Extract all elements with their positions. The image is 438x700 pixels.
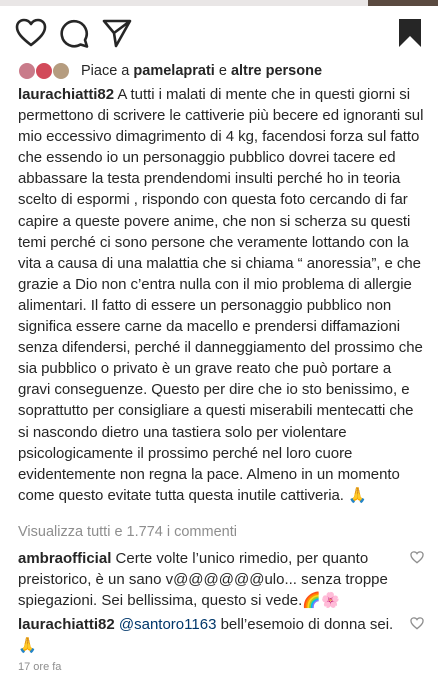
comment: ambraofficial Certe volte l’unico rimedi… (18, 548, 398, 612)
post-image-edge-dark (368, 0, 438, 6)
avatar (35, 62, 53, 80)
post-action-bar (0, 14, 438, 54)
rainbow-emoji: 🌈 (302, 591, 322, 610)
post-caption: laurachiatti82 A tutti i malati di mente… (18, 84, 426, 506)
post-image-edge (0, 0, 438, 6)
avatar (52, 62, 70, 80)
avatar (18, 62, 36, 80)
likes-summary[interactable]: Piace a pamelaprati e altre persone (18, 61, 322, 81)
bookmark-icon[interactable] (398, 18, 422, 53)
likes-prefix: Piace a (81, 63, 130, 79)
caption-text: A tutti i malati di mente che in questi … (18, 86, 424, 504)
liker-avatars (18, 62, 72, 80)
likes-joiner: e (218, 63, 227, 79)
comment: laurachiatti82 @santoro1163 bell’esemoio… (18, 614, 398, 656)
comment-like-heart-icon[interactable] (410, 617, 424, 635)
likes-others-link[interactable]: altre persone (231, 63, 322, 79)
likes-user-link[interactable]: pamelaprati (133, 63, 214, 79)
pray-emoji: 🙏 (348, 485, 367, 504)
caption-username[interactable]: laurachiatti82 (18, 86, 114, 103)
comment-mention-link[interactable]: @santoro1163 (119, 616, 217, 633)
comment-like-heart-icon[interactable] (410, 551, 424, 569)
comment-username[interactable]: ambraofficial (18, 550, 111, 567)
pray-emoji: 🙏 (18, 636, 37, 655)
view-all-comments-link[interactable]: Visualizza tutti e 1.774 i commenti (18, 524, 237, 540)
comment-username[interactable]: laurachiatti82 (18, 616, 115, 633)
share-icon[interactable] (101, 18, 133, 53)
flower-emoji: 🌸 (321, 591, 340, 610)
comment-icon[interactable] (58, 18, 90, 53)
heart-icon[interactable] (15, 18, 47, 53)
post-timestamp: 17 ore fa (18, 661, 62, 673)
comment-text: bell’esemoio di donna sei. (220, 616, 394, 633)
